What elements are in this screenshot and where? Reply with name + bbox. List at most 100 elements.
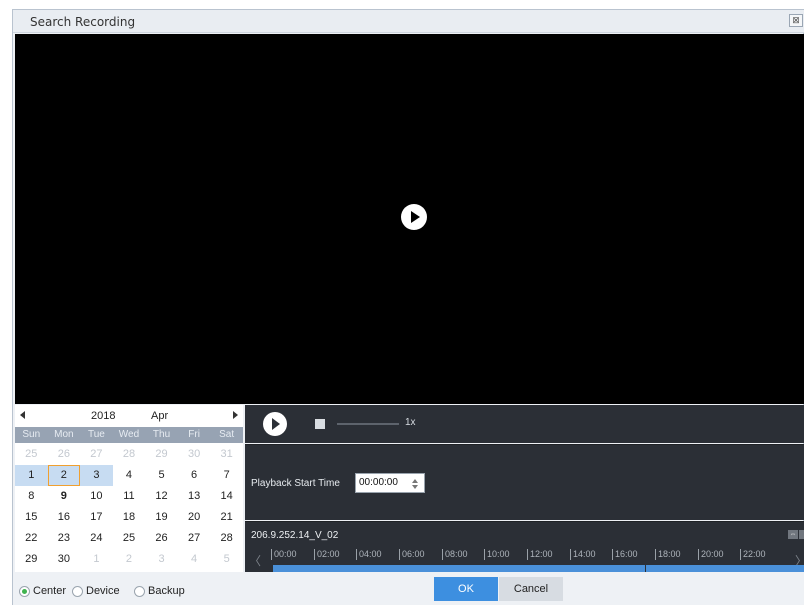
calendar-day[interactable]: 14 (210, 486, 243, 507)
stop-icon[interactable] (315, 419, 325, 429)
speed-slider[interactable] (337, 423, 399, 425)
source-backup-radio[interactable]: Backup (134, 585, 185, 597)
video-player[interactable] (15, 34, 804, 404)
weekday-header: Sun Mon Tue Wed Thu Fri Sat (15, 427, 243, 443)
calendar-day[interactable]: 6 (178, 465, 211, 486)
calendar-day[interactable]: 8 (15, 486, 48, 507)
calendar-day[interactable]: 10 (80, 486, 113, 507)
start-time-input[interactable]: 00:00:00 (355, 473, 425, 493)
calendar-day[interactable]: 1 (80, 549, 113, 570)
calendar-day[interactable]: 31 (210, 444, 243, 465)
calendar-day[interactable]: 2 (47, 465, 81, 486)
timeline-tick: 22:00 (740, 549, 766, 560)
ok-button[interactable]: OK (434, 577, 498, 601)
speed-label: 1x (405, 417, 416, 428)
start-time-panel: Playback Start Time 00:00:00 (245, 444, 804, 520)
timeline: 206.9.252.14_V_02 ⇔ 〈 00:00 02:00 04:00 06:… (245, 521, 804, 573)
calendar-day[interactable]: 12 (145, 486, 178, 507)
calendar-day[interactable]: 17 (80, 507, 113, 528)
calendar-day[interactable]: 4 (113, 465, 146, 486)
timeline-tick: 04:00 (356, 549, 382, 560)
calendar-day[interactable]: 24 (80, 528, 113, 549)
weekday-label: Mon (54, 429, 74, 440)
play-overlay-icon[interactable] (401, 204, 427, 230)
timeline-left-arrow-icon[interactable]: 〈 (249, 552, 261, 569)
zoom-in-icon[interactable]: ⇔ (788, 530, 798, 539)
source-center-label: Center (33, 585, 67, 597)
timeline-tick: 16:00 (612, 549, 638, 560)
calendar-day[interactable]: 11 (113, 486, 146, 507)
calendar-day[interactable]: 30 (48, 549, 81, 570)
calendar-day[interactable]: 3 (145, 549, 178, 570)
calendar-day[interactable]: 7 (210, 465, 243, 486)
calendar-day[interactable]: 23 (48, 528, 81, 549)
calendar-week-row: 1234567 (15, 465, 243, 486)
calendar-week-row: 22 23 24 25 26 27 28 (15, 528, 243, 549)
timeline-tick: 14:00 (570, 549, 596, 560)
title-bar: Search Recording ⊠ (13, 10, 804, 33)
calendar-day[interactable]: 28 (113, 444, 146, 465)
spin-down-icon[interactable] (412, 485, 418, 489)
calendar-week-row: 8 9 10 11 12 13 14 (15, 486, 243, 507)
timeline-tick: 18:00 (655, 549, 681, 560)
zoom-out-icon[interactable] (799, 530, 804, 539)
calendar-week-row: 29 30 1 2 3 4 5 (15, 549, 243, 570)
close-icon[interactable]: ⊠ (789, 14, 803, 27)
calendar-day[interactable]: 1 (15, 465, 48, 486)
calendar-day[interactable]: 13 (178, 486, 211, 507)
weekday-label: Wed (118, 429, 140, 440)
start-time-label: Playback Start Time (251, 478, 340, 489)
start-time-value[interactable]: 00:00:00 (359, 477, 398, 488)
calendar-day[interactable]: 9 (48, 486, 81, 507)
calendar-day[interactable]: 3 (80, 465, 113, 486)
radio-backup-icon[interactable] (134, 585, 145, 597)
calendar-day[interactable]: 4 (178, 549, 211, 570)
radio-device-icon[interactable] (72, 585, 83, 597)
calendar-day[interactable]: 21 (210, 507, 243, 528)
calendar-day[interactable]: 22 (15, 528, 48, 549)
calendar-day[interactable]: 27 (80, 444, 113, 465)
timeline-tick: 10:00 (484, 549, 510, 560)
radio-center-icon[interactable] (19, 585, 30, 597)
next-month-icon[interactable] (233, 411, 238, 419)
calendar-day[interactable]: 26 (145, 528, 178, 549)
calendar-day[interactable]: 5 (145, 465, 178, 486)
calendar-day[interactable]: 27 (178, 528, 211, 549)
source-center-radio[interactable]: Center (19, 585, 66, 597)
calendar-week-row: 25 26 27 28 29 30 31 (15, 444, 243, 465)
channel-name: 206.9.252.14_V_02 (251, 530, 339, 541)
calendar-day[interactable]: 29 (145, 444, 178, 465)
calendar-day[interactable]: 15 (15, 507, 48, 528)
dialog-title: Search Recording (30, 15, 136, 29)
search-recording-dialog: Search Recording ⊠ 2018 Apr Sun Mon Tue Wed… (12, 9, 804, 605)
source-device-radio[interactable]: Device (72, 585, 120, 597)
timeline-ticks: 00:00 02:00 04:00 06:00 08:00 10:00 12:00 14:00… (271, 549, 804, 561)
calendar-header: 2018 Apr (15, 405, 243, 427)
weekday-label: Sat (219, 429, 235, 440)
cancel-button[interactable]: Cancel (499, 577, 563, 601)
weekday-label: Thu (152, 429, 171, 440)
calendar-day[interactable]: 28 (210, 528, 243, 549)
calendar-day[interactable]: 30 (178, 444, 211, 465)
calendar-day[interactable]: 20 (178, 507, 211, 528)
calendar-day[interactable]: 16 (48, 507, 81, 528)
playback-controls: 1x (245, 405, 804, 443)
calendar-month[interactable]: Apr (151, 410, 168, 422)
calendar-day[interactable]: 26 (48, 444, 81, 465)
prev-month-icon[interactable] (20, 411, 25, 419)
calendar-day[interactable]: 18 (113, 507, 146, 528)
calendar-day[interactable]: 5 (210, 549, 243, 570)
play-icon[interactable] (263, 412, 287, 436)
calendar-day[interactable]: 25 (113, 528, 146, 549)
calendar-grid: 25 26 27 28 29 30 31 1 2 3 4 5 6 7 8 9 10 11 12 13 14 15 16 17 1… (15, 444, 243, 570)
weekday-label: Fri (188, 429, 200, 440)
source-backup-label: Backup (148, 585, 185, 597)
spin-up-icon[interactable] (412, 479, 418, 483)
calendar-day[interactable]: 2 (113, 549, 146, 570)
calendar-day[interactable]: 29 (15, 549, 48, 570)
calendar-day[interactable]: 25 (15, 444, 48, 465)
timeline-tick: 20:00 (698, 549, 724, 560)
calendar-day[interactable]: 19 (145, 507, 178, 528)
footer: Center Device Backup OK Cancel (13, 572, 804, 605)
calendar-year[interactable]: 2018 (91, 410, 115, 422)
